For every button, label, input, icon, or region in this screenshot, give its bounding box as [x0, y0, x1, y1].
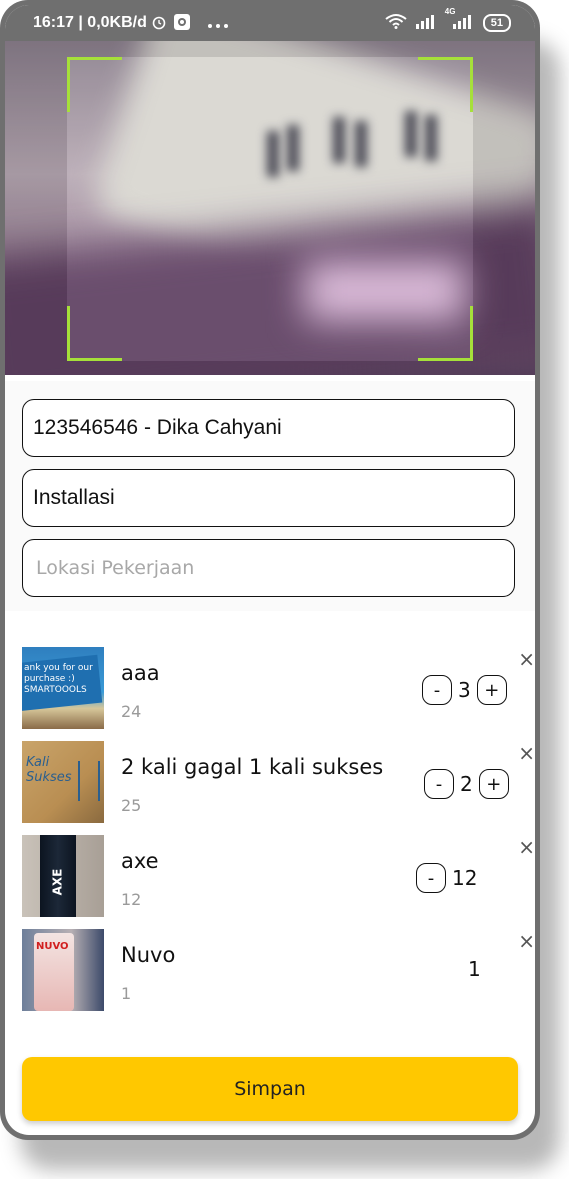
employee-field-value: 123546546 - Dika Cahyani: [33, 416, 282, 439]
quantity-stepper: - 3 +: [422, 675, 507, 705]
list-item[interactable]: ank you for our purchase :) SMARTOOOLS a…: [5, 641, 535, 731]
decrease-button[interactable]: -: [422, 675, 452, 705]
quantity-value: 3: [458, 678, 471, 702]
thumbnail-text: ank you for our purchase :) SMARTOOOLS: [24, 663, 93, 695]
phone-frame: 16:17 | 0,0KB/d 4G 51 123546546 - Dika C…: [0, 0, 540, 1140]
status-bar: 16:17 | 0,0KB/d 4G 51: [5, 5, 535, 41]
quantity-value: 2: [460, 772, 473, 796]
item-thumbnail: NUVO: [22, 929, 104, 1011]
status-right-icons: 4G 51: [385, 7, 511, 32]
item-name: axe: [121, 849, 159, 873]
remove-icon[interactable]: ×: [518, 741, 535, 765]
thumbnail-text: Kali Sukses: [26, 755, 72, 785]
item-thumbnail: Kali Sukses: [22, 741, 104, 823]
employee-field[interactable]: 123546546 - Dika Cahyani: [22, 399, 515, 457]
list-item[interactable]: Kali Sukses 2 kali gagal 1 kali sukses 2…: [5, 735, 535, 825]
quantity-value: 12: [452, 866, 478, 890]
item-thumbnail: AXE: [22, 835, 104, 917]
item-code: 24: [121, 702, 142, 721]
remove-icon[interactable]: ×: [518, 929, 535, 953]
list-item[interactable]: AXE axe 12 - 12 ×: [5, 829, 535, 919]
quantity-stepper: 1: [468, 957, 481, 981]
job-type-field-value: Installasi: [33, 486, 115, 509]
item-name: Nuvo: [121, 943, 176, 967]
item-thumbnail: ank you for our purchase :) SMARTOOOLS: [22, 647, 104, 729]
signal-4g-icon: 4G: [445, 7, 475, 32]
thumbnail-figure: [78, 761, 100, 801]
list-item[interactable]: NUVO Nuvo 1 1 ×: [5, 923, 535, 1013]
alarm-icon: [151, 14, 167, 35]
job-type-field[interactable]: Installasi: [22, 469, 515, 527]
item-code: 1: [121, 984, 132, 1003]
quantity-stepper: - 12: [416, 863, 477, 893]
location-placeholder: Lokasi Pekerjaan: [36, 557, 195, 579]
increase-button[interactable]: +: [476, 675, 507, 705]
record-icon: [173, 13, 191, 36]
barcode-scanner-view[interactable]: [5, 41, 535, 375]
decrease-button[interactable]: -: [416, 863, 446, 893]
status-time: 16:17 | 0,0KB/d: [33, 14, 147, 31]
quantity-stepper: - 2 +: [424, 769, 509, 799]
scan-corner: [67, 306, 122, 361]
increase-button[interactable]: +: [478, 769, 509, 799]
signal-icon: [415, 13, 437, 32]
scan-corner: [67, 57, 122, 112]
job-form: 123546546 - Dika Cahyani Installasi Loka…: [5, 381, 535, 611]
location-input[interactable]: Lokasi Pekerjaan: [22, 539, 515, 597]
more-icon: [207, 16, 229, 34]
battery-icon: 51: [482, 13, 511, 32]
thumbnail-text: NUVO: [36, 941, 69, 952]
thumbnail-text: AXE: [50, 868, 65, 896]
item-code: 25: [121, 796, 142, 815]
remove-icon[interactable]: ×: [518, 835, 535, 859]
screen: 16:17 | 0,0KB/d 4G 51 123546546 - Dika C…: [5, 5, 535, 1135]
quantity-value: 1: [468, 957, 481, 981]
remove-icon[interactable]: ×: [518, 647, 535, 671]
item-code: 12: [121, 890, 142, 909]
scan-corner: [418, 306, 473, 361]
save-button[interactable]: Simpan: [22, 1057, 518, 1121]
scan-frame: [67, 57, 473, 361]
item-name: 2 kali gagal 1 kali sukses: [121, 755, 384, 779]
decrease-button[interactable]: -: [424, 769, 454, 799]
scan-corner: [418, 57, 473, 112]
item-name: aaa: [121, 661, 160, 685]
status-left-icons: [151, 13, 229, 36]
wifi-icon: [385, 13, 407, 32]
